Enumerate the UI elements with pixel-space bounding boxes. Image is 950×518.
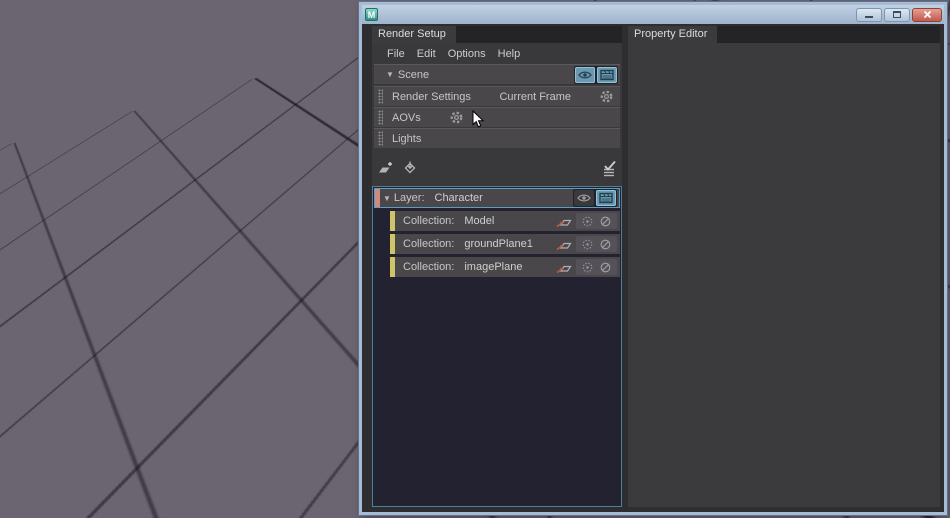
maximize-button[interactable] <box>884 7 910 22</box>
minimize-button[interactable] <box>856 7 882 22</box>
menubar: File Edit Options Help <box>372 43 622 64</box>
render-setup-window: M Render Setup File Edit Options Help ▼ … <box>359 2 947 515</box>
close-icon <box>923 10 931 19</box>
close-button[interactable] <box>912 7 942 22</box>
clapperboard-icon <box>599 192 613 204</box>
gear-icon[interactable] <box>449 110 464 125</box>
disable-collection-icon[interactable] <box>599 261 612 274</box>
layer-list[interactable]: ▼ Layer: Character Collection: Model Col… <box>372 186 622 507</box>
collection-name: Model <box>464 215 495 227</box>
collection-prefix: Collection: <box>403 261 455 273</box>
isolate-select-icon[interactable] <box>581 215 594 228</box>
minimize-icon <box>865 15 873 18</box>
property-editor-tabbar: Property Editor <box>628 26 940 43</box>
collection-prefix: Collection: <box>403 215 455 227</box>
tab-render-setup[interactable]: Render Setup <box>372 26 456 43</box>
collection-toggle-pill <box>576 213 617 229</box>
collection-name: groundPlane1 <box>464 238 533 250</box>
property-editor-body <box>628 43 940 507</box>
layer-color-bar[interactable] <box>375 189 380 207</box>
collection-row-imageplane[interactable]: Collection: imagePlane <box>390 257 620 277</box>
layer-visibility-toggle[interactable] <box>574 190 594 206</box>
disable-collection-icon[interactable] <box>599 215 612 228</box>
collection-prefix: Collection: <box>403 238 455 250</box>
create-render-layer-button[interactable] <box>376 159 394 177</box>
menu-file[interactable]: File <box>381 46 411 62</box>
eye-icon <box>578 71 592 78</box>
create-collection-button[interactable] <box>401 159 419 177</box>
tab-property-editor[interactable]: Property Editor <box>628 26 718 43</box>
isolate-select-icon[interactable] <box>581 261 594 274</box>
disable-collection-icon[interactable] <box>599 238 612 251</box>
render-settings-value: Current Frame <box>499 90 571 103</box>
render-setup-panel: Render Setup File Edit Options Help ▼ Sc… <box>372 26 622 507</box>
collection-actions <box>555 213 617 229</box>
set-all-visible-button[interactable] <box>600 159 618 177</box>
eye-icon <box>577 194 591 202</box>
render-settings-label: Render Settings <box>392 90 471 103</box>
create-collection-icon <box>404 161 416 174</box>
drag-handle[interactable] <box>378 89 383 104</box>
collection-toggle-pill <box>576 259 617 275</box>
render-setup-body: File Edit Options Help ▼ Scene Render Se… <box>372 43 622 507</box>
layer-name: Character <box>434 192 483 204</box>
window-content: Render Setup File Edit Options Help ▼ Sc… <box>362 24 944 512</box>
layer-renderable-toggle[interactable] <box>596 190 616 206</box>
collection-actions <box>555 259 617 275</box>
menu-edit[interactable]: Edit <box>411 46 442 62</box>
maya-logo-icon: M <box>365 8 378 21</box>
maximize-icon <box>893 11 901 18</box>
layer-row-character[interactable]: ▼ Layer: Character <box>374 188 620 208</box>
aovs-row[interactable]: AOVs <box>374 107 620 127</box>
clapperboard-icon <box>600 69 614 80</box>
create-render-layer-icon <box>378 162 392 173</box>
scene-renderable-toggle[interactable] <box>597 66 617 83</box>
drag-objects-icon[interactable] <box>555 237 572 251</box>
global-rows: ▼ Scene Render Settings Current Frame AO… <box>372 64 622 148</box>
window-titlebar[interactable]: M <box>362 5 944 24</box>
collection-color-bar[interactable] <box>390 234 395 254</box>
chevron-down-icon[interactable]: ▼ <box>383 194 391 203</box>
render-setup-tabbar: Render Setup <box>372 26 622 43</box>
isolate-select-icon[interactable] <box>581 238 594 251</box>
window-controls <box>856 7 942 22</box>
layer-toggle-group <box>573 189 617 207</box>
collection-name: imagePlane <box>464 261 523 273</box>
aovs-label: AOVs <box>392 111 421 124</box>
scene-label: Scene <box>397 68 430 81</box>
scene-row[interactable]: ▼ Scene <box>374 64 620 84</box>
scene-toggle-group <box>574 65 618 84</box>
chevron-down-icon[interactable]: ▼ <box>386 70 394 79</box>
menu-help[interactable]: Help <box>492 46 527 62</box>
gear-icon[interactable] <box>599 89 614 104</box>
lights-row[interactable]: Lights <box>374 128 620 148</box>
collection-row-groundplane1[interactable]: Collection: groundPlane1 <box>390 234 620 254</box>
drag-handle[interactable] <box>378 131 383 146</box>
scene-visibility-toggle[interactable] <box>575 66 595 83</box>
drag-objects-icon[interactable] <box>555 260 572 274</box>
property-editor-panel: Property Editor <box>628 26 940 507</box>
drag-handle[interactable] <box>378 110 383 125</box>
checklist-check-icon <box>604 160 616 176</box>
drag-objects-icon[interactable] <box>555 214 572 228</box>
render-settings-row[interactable]: Render Settings Current Frame <box>374 86 620 106</box>
collection-color-bar[interactable] <box>390 257 395 277</box>
lights-label: Lights <box>392 132 422 145</box>
menu-options[interactable]: Options <box>442 46 492 62</box>
collection-color-bar[interactable] <box>390 211 395 231</box>
layer-toolbar <box>372 155 622 181</box>
collection-toggle-pill <box>576 236 617 252</box>
collection-actions <box>555 236 617 252</box>
collection-row-model[interactable]: Collection: Model <box>390 211 620 231</box>
desktop: M Render Setup File Edit Options Help ▼ … <box>0 0 950 518</box>
layer-prefix: Layer: <box>393 192 425 204</box>
